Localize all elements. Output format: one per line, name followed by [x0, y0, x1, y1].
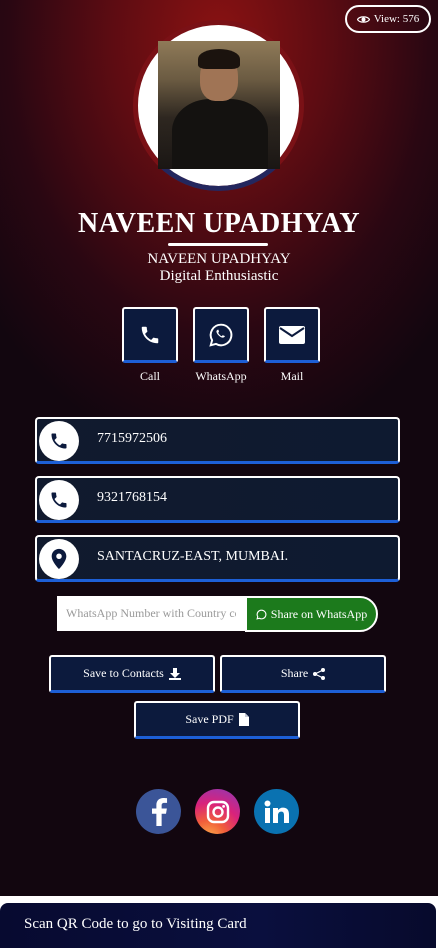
share-on-whatsapp-button[interactable]: Share on WhatsApp	[245, 596, 378, 632]
share-icon	[313, 667, 326, 680]
phone-row-2-icon-circle	[39, 480, 79, 520]
address-row-icon-circle	[39, 539, 79, 579]
qr-code-label: Scan QR Code to go to Visiting Card	[24, 916, 247, 932]
share-label: Share	[280, 666, 309, 680]
address-row[interactable]: SANTACRUZ-EAST, MUMBAI.	[35, 535, 400, 582]
phone-row-1-icon-circle	[39, 421, 79, 461]
phone-number-2: 9321768154	[97, 490, 167, 505]
phone-row-2[interactable]: 9321768154	[35, 476, 400, 523]
eye-icon	[356, 15, 370, 23]
avatar	[158, 41, 280, 169]
location-pin-icon	[51, 548, 67, 570]
linkedin-icon	[264, 800, 289, 823]
whatsapp-action[interactable]: WhatsApp	[193, 307, 249, 384]
facebook-link[interactable]	[136, 789, 181, 834]
instagram-link[interactable]	[195, 789, 240, 834]
file-icon	[238, 713, 249, 726]
download-icon	[168, 667, 181, 680]
instagram-icon	[206, 800, 229, 823]
call-button[interactable]	[122, 307, 178, 363]
mail-action[interactable]: Mail	[264, 307, 320, 384]
whatsapp-icon	[209, 323, 233, 347]
profile-name: NAVEEN UPADHYAY	[77, 208, 361, 239]
facebook-icon	[151, 797, 167, 826]
address-text: SANTACRUZ-EAST, MUMBAI.	[97, 549, 289, 564]
save-pdf-label: Save PDF	[185, 712, 234, 726]
linkedin-link[interactable]	[254, 789, 299, 834]
qr-code-bar[interactable]: Scan QR Code to go to Visiting Card	[0, 903, 436, 948]
view-count-label: View: 576	[373, 13, 420, 25]
name-underline	[168, 243, 268, 246]
mail-icon	[279, 325, 305, 344]
save-to-contacts-label: Save to Contacts	[83, 666, 164, 680]
phone-icon	[51, 433, 67, 449]
whatsapp-number-input[interactable]	[57, 596, 245, 631]
save-to-contacts-button[interactable]: Save to Contacts	[49, 655, 215, 693]
share-button[interactable]: Share	[220, 655, 386, 693]
phone-icon	[141, 326, 159, 343]
call-label: Call	[140, 369, 160, 383]
phone-icon	[51, 492, 67, 508]
profile-page: View: 576 NAVEEN UPADHYAY NAVEEN UPADHYA…	[0, 0, 438, 896]
call-action[interactable]: Call	[122, 307, 178, 384]
mail-label: Mail	[280, 369, 304, 383]
profile-tagline: Digital Enthusiastic	[159, 268, 279, 284]
phone-number-1: 7715972506	[97, 431, 167, 446]
whatsapp-label: WhatsApp	[195, 369, 247, 383]
whatsapp-button[interactable]	[193, 307, 249, 363]
view-count-badge: View: 576	[345, 5, 431, 33]
profile-subtitle-name: NAVEEN UPADHYAY	[147, 251, 291, 267]
mail-button[interactable]	[264, 307, 320, 363]
whatsapp-icon	[256, 609, 267, 620]
save-pdf-button[interactable]: Save PDF	[134, 701, 300, 739]
share-on-whatsapp-label: Share on WhatsApp	[270, 606, 368, 621]
phone-row-1[interactable]: 7715972506	[35, 417, 400, 464]
